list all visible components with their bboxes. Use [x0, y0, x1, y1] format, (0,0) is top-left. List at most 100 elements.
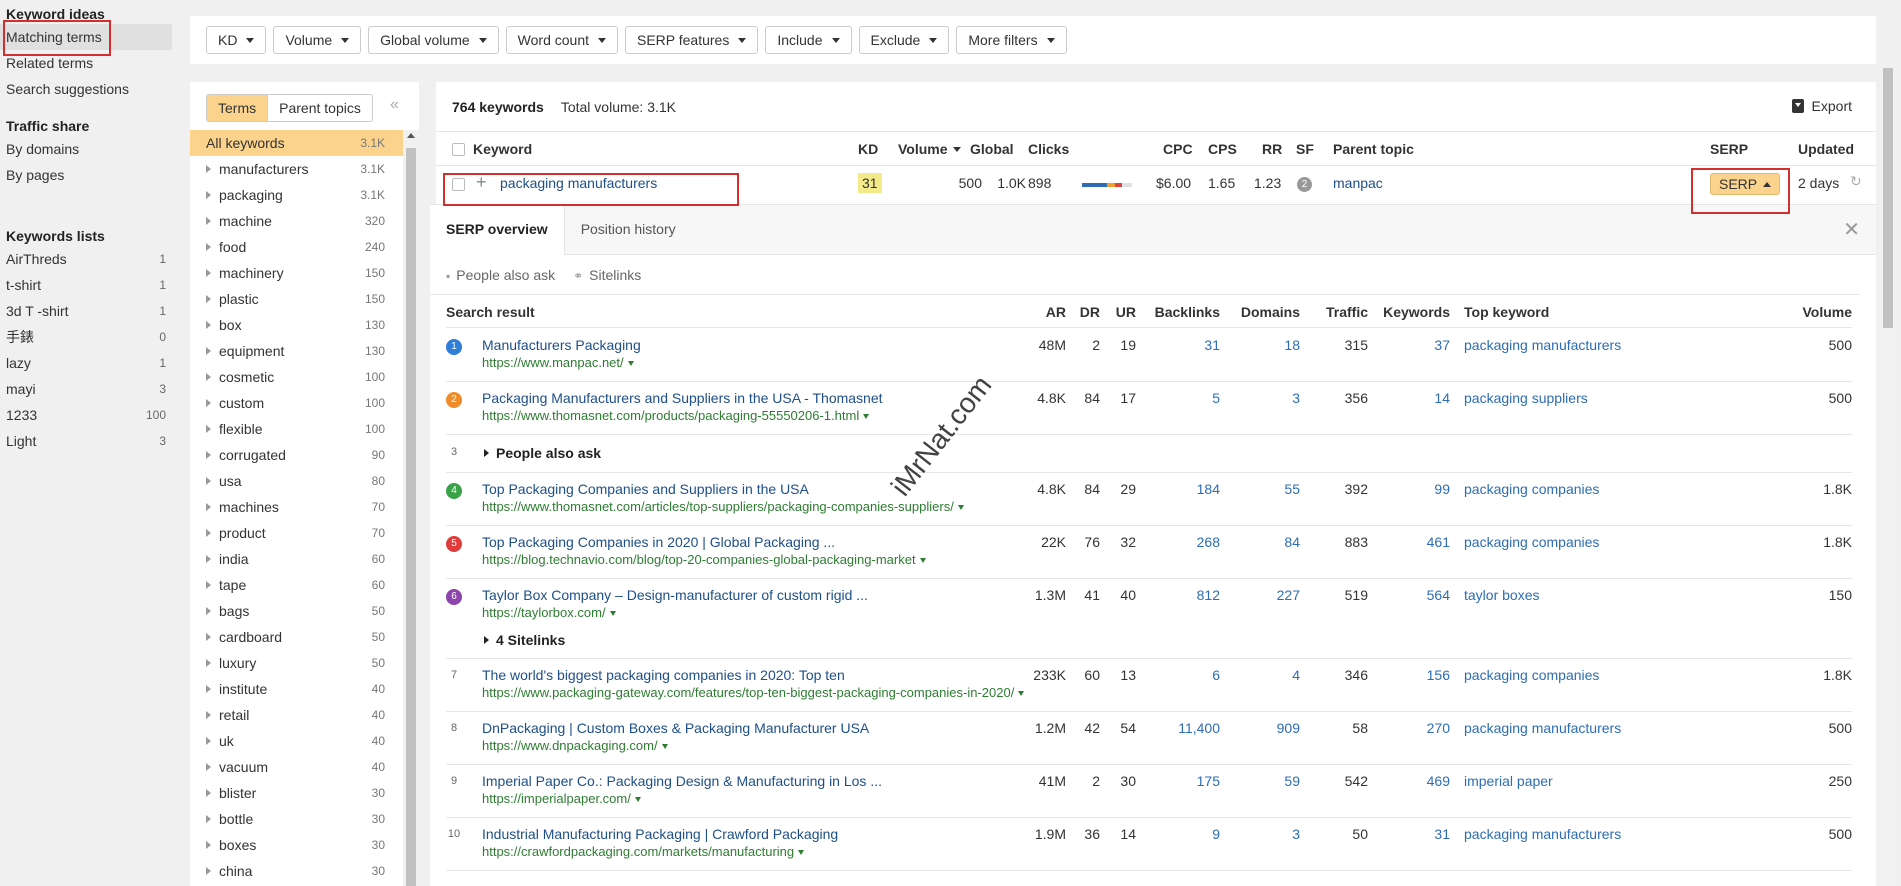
expand-icon[interactable] [206, 607, 211, 615]
col-cps[interactable]: CPS [1208, 141, 1237, 157]
term-item[interactable]: machinery 150 [190, 260, 419, 286]
term-item[interactable]: flexible 100 [190, 416, 419, 442]
top-keyword-link[interactable]: packaging manufacturers [1464, 337, 1621, 353]
keyword-list-item[interactable]: t-shirt 1 [0, 272, 172, 298]
filter-global-volume-button[interactable]: Global volume [368, 26, 499, 54]
expand-icon[interactable] [206, 425, 211, 433]
expand-icon[interactable] [206, 165, 211, 173]
chevron-down-icon[interactable] [661, 744, 668, 750]
term-item[interactable]: tape 60 [190, 572, 419, 598]
expand-icon[interactable] [206, 347, 211, 355]
col-ur[interactable]: UR [1100, 304, 1136, 320]
backlinks-link[interactable]: 184 [1136, 481, 1220, 497]
domains-link[interactable]: 4 [1220, 667, 1300, 683]
result-title-link[interactable]: Packaging Manufacturers and Suppliers in… [482, 390, 883, 406]
keywords-link[interactable]: 31 [1368, 826, 1450, 842]
keyword-list-item[interactable]: 手錶 0 [0, 324, 172, 350]
result-title-link[interactable]: Industrial Manufacturing Packaging | Cra… [482, 826, 838, 842]
backlinks-link[interactable]: 11,400 [1136, 720, 1220, 736]
col-keyword[interactable]: Keyword [473, 141, 532, 157]
result-url-link[interactable]: https://www.thomasnet.com/products/packa… [482, 408, 870, 423]
term-item[interactable]: usa 80 [190, 468, 419, 494]
result-url-link[interactable]: https://www.manpac.net/ [482, 355, 634, 370]
term-item[interactable]: china 30 [190, 858, 419, 884]
keyword-list-item[interactable]: lazy 1 [0, 350, 172, 376]
select-all-checkbox[interactable] [452, 143, 465, 156]
term-item[interactable]: boxes 30 [190, 832, 419, 858]
col-dr[interactable]: DR [1066, 304, 1100, 320]
term-item[interactable]: product 70 [190, 520, 419, 546]
col-updated[interactable]: Updated [1798, 141, 1854, 157]
keywords-link[interactable]: 461 [1368, 534, 1450, 550]
col-domains[interactable]: Domains [1220, 304, 1300, 320]
keywords-link[interactable]: 156 [1368, 667, 1450, 683]
domains-link[interactable]: 3 [1220, 826, 1300, 842]
col-ar[interactable]: AR [1006, 304, 1066, 320]
filter-include-button[interactable]: Include [765, 26, 852, 54]
chevron-down-icon[interactable] [609, 611, 616, 617]
expand-icon[interactable] [206, 503, 211, 511]
top-keyword-link[interactable]: packaging companies [1464, 534, 1599, 550]
keyword-list-item[interactable]: 1233 100 [0, 402, 172, 428]
result-url-link[interactable]: https://www.packaging-gateway.com/featur… [482, 685, 1025, 700]
expand-icon[interactable] [206, 737, 211, 745]
term-item[interactable]: india 60 [190, 546, 419, 572]
backlinks-link[interactable]: 9 [1136, 826, 1220, 842]
top-keyword-link[interactable]: packaging manufacturers [1464, 826, 1621, 842]
result-url-link[interactable]: https://crawfordpackaging.com/markets/ma… [482, 844, 805, 859]
col-volume[interactable]: Volume [898, 141, 961, 157]
tab-serp-overview[interactable]: SERP overview [430, 205, 565, 255]
term-item[interactable]: All keywords 3.1K [190, 130, 419, 156]
result-url-link[interactable]: https://www.dnpackaging.com/ [482, 738, 668, 753]
nav-item-by-domains[interactable]: By domains [0, 136, 172, 162]
filter-word-count-button[interactable]: Word count [505, 26, 618, 54]
filter-exclude-button[interactable]: Exclude [858, 26, 950, 54]
domains-link[interactable]: 84 [1220, 534, 1300, 550]
top-keyword-link[interactable]: packaging companies [1464, 481, 1599, 497]
col-keywords[interactable]: Keywords [1368, 304, 1450, 320]
people-also-ask-toggle[interactable]: People also ask [484, 445, 601, 461]
keyword-list-item[interactable]: AirThreds 1 [0, 246, 172, 272]
chevron-down-icon[interactable] [634, 797, 641, 803]
result-title-link[interactable]: The world's biggest packaging companies … [482, 667, 845, 683]
expand-icon[interactable] [206, 763, 211, 771]
sitelinks-toggle[interactable]: 4 Sitelinks [484, 632, 565, 648]
col-rr[interactable]: RR [1262, 141, 1282, 157]
expand-icon[interactable] [206, 711, 211, 719]
expand-icon[interactable] [206, 789, 211, 797]
term-item[interactable]: blister 30 [190, 780, 419, 806]
tab-parent-topics[interactable]: Parent topics [268, 95, 372, 121]
top-keyword-link[interactable]: packaging manufacturers [1464, 720, 1621, 736]
backlinks-link[interactable]: 268 [1136, 534, 1220, 550]
result-url-link[interactable]: https://imperialpaper.com/ [482, 791, 641, 806]
export-button[interactable]: Export [1791, 98, 1852, 114]
top-keyword-link[interactable]: packaging companies [1464, 667, 1599, 683]
backlinks-link[interactable]: 175 [1136, 773, 1220, 789]
expand-icon[interactable] [206, 217, 211, 225]
sf-badge[interactable]: 2 [1297, 177, 1312, 192]
expand-icon[interactable] [206, 529, 211, 537]
top-keyword-link[interactable]: packaging suppliers [1464, 390, 1588, 406]
scroll-thumb[interactable] [406, 148, 416, 886]
expand-icon[interactable] [206, 659, 211, 667]
keywords-link[interactable]: 99 [1368, 481, 1450, 497]
tab-position-history[interactable]: Position history [565, 205, 692, 255]
col-kd[interactable]: KD [858, 141, 878, 157]
backlinks-link[interactable]: 5 [1136, 390, 1220, 406]
keywords-link[interactable]: 270 [1368, 720, 1450, 736]
domains-link[interactable]: 3 [1220, 390, 1300, 406]
expand-icon[interactable] [206, 373, 211, 381]
expand-icon[interactable] [206, 269, 211, 277]
expand-icon[interactable] [206, 633, 211, 641]
term-item[interactable]: bags 50 [190, 598, 419, 624]
keywords-link[interactable]: 14 [1368, 390, 1450, 406]
filter-serp-features-button[interactable]: SERP features [625, 26, 759, 54]
term-item[interactable]: uk 40 [190, 728, 419, 754]
keywords-link[interactable]: 37 [1368, 337, 1450, 353]
term-item[interactable]: packaging 3.1K [190, 182, 419, 208]
term-item[interactable]: luxury 50 [190, 650, 419, 676]
col-parent-topic[interactable]: Parent topic [1333, 141, 1414, 157]
term-item[interactable]: food 240 [190, 234, 419, 260]
result-title-link[interactable]: Top Packaging Companies and Suppliers in… [482, 481, 809, 497]
result-title-link[interactable]: DnPackaging | Custom Boxes & Packaging M… [482, 720, 869, 736]
